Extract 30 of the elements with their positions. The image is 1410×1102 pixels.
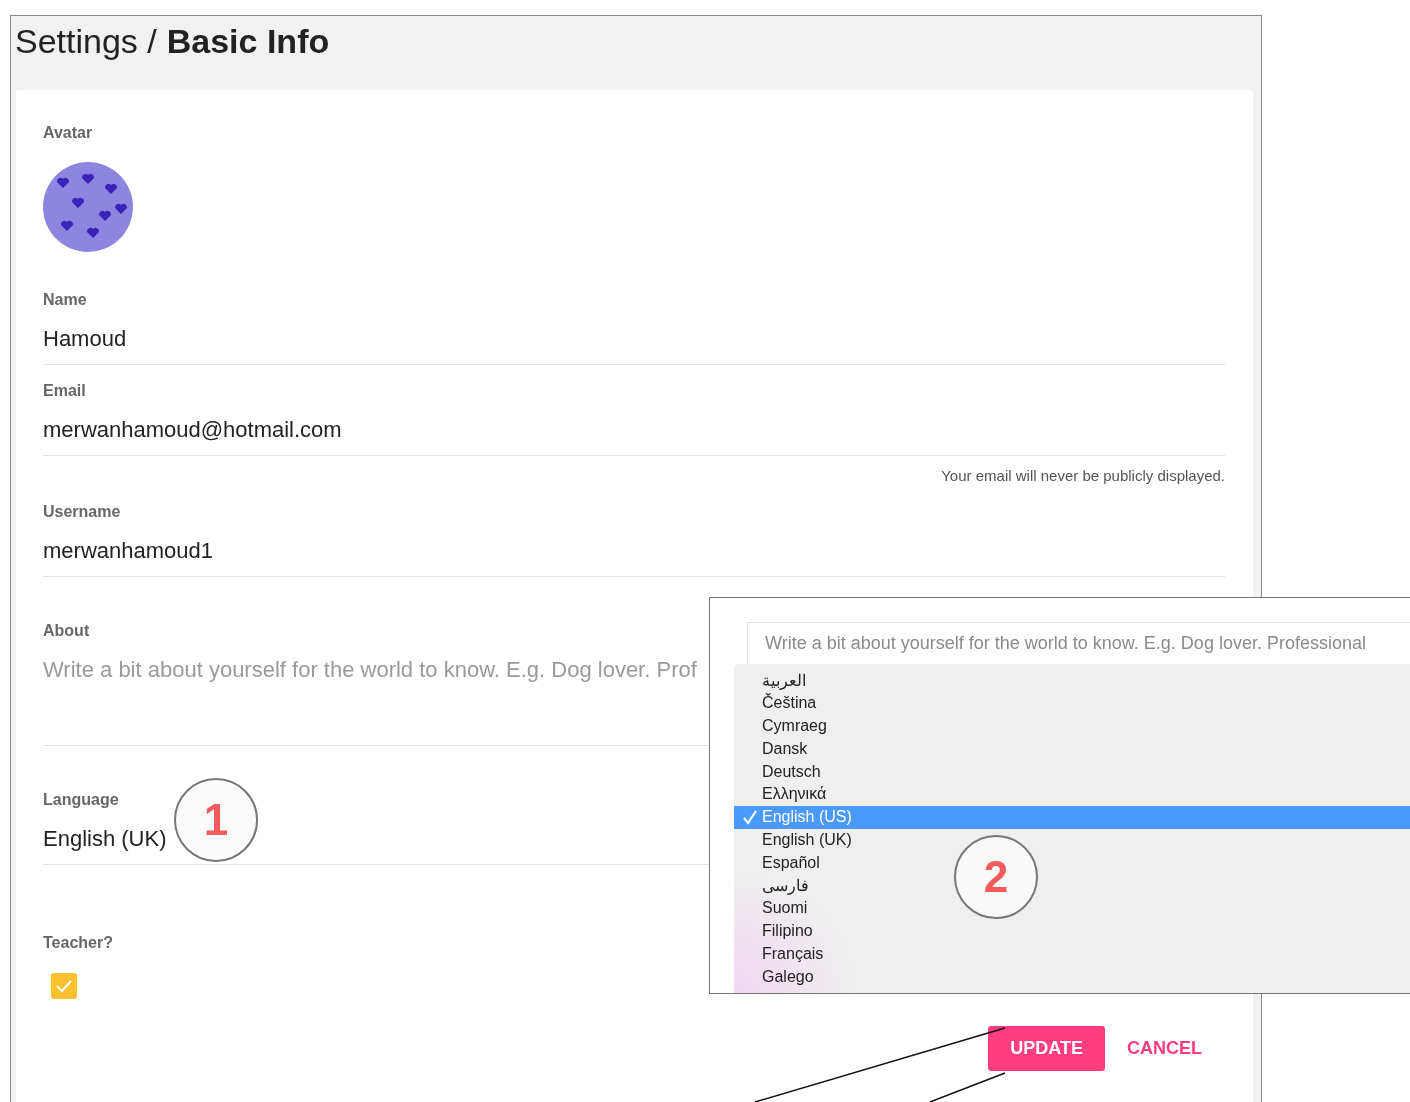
language-option[interactable]: Suomi [762,899,808,918]
language-option[interactable]: Čeština [762,694,817,713]
language-option[interactable]: Ελληνικά [762,785,827,804]
check-icon [742,809,758,825]
field-label: Avatar [43,123,93,143]
language-option[interactable]: Deutsch [762,762,821,781]
field-label: Email [43,381,86,401]
hint-text: Your email will never be publicly displayed. [941,467,1225,484]
language-option[interactable]: Filipino [762,922,813,941]
field-label: Language [43,790,119,810]
breadcrumb[interactable]: Settings / [15,16,157,66]
field-label: Name [43,290,87,310]
teacher-checkbox[interactable] [51,973,77,999]
avatar-drawing[interactable] [43,162,133,252]
language-option[interactable]: English (UK) [762,830,852,849]
text-field[interactable]: merwanhamoud1 [43,536,213,566]
language-option[interactable]: Cymraeg [762,717,827,735]
language-option[interactable]: Español [762,853,820,872]
field-label: Teacher? [43,933,113,953]
field-label: Username [43,502,121,522]
language-option[interactable]: Dansk [762,739,808,758]
language-option[interactable]: Français [762,944,824,963]
language-option[interactable]: فارسی [762,876,809,896]
field-label: About [43,621,90,641]
language-select[interactable]: English (UK) [43,824,167,854]
text-field[interactable]: Hamoud [43,324,127,354]
language-option[interactable]: Galego [762,967,814,986]
language-option[interactable]: العربية [762,670,806,690]
page-title: Basic Info [166,21,330,62]
text-field[interactable]: merwanhamoud@hotmail.com [43,415,342,445]
